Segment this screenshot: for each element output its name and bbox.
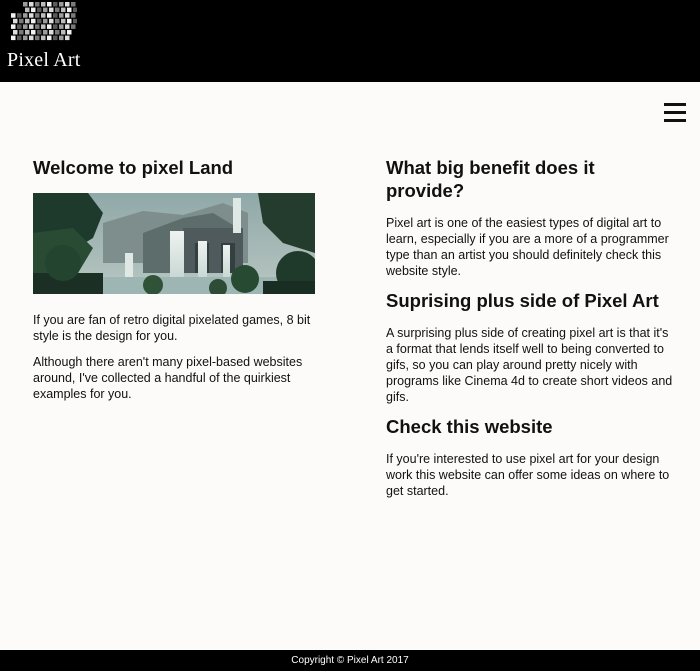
- plus-side-heading: Suprising plus side of Pixel Art: [386, 290, 659, 311]
- copyright-text: Copyright © Pixel Art 2017: [291, 655, 409, 666]
- check-website-heading: Check this website: [386, 416, 553, 437]
- info-column: What big benefit does it provide? Pixel …: [386, 156, 676, 499]
- welcome-heading: Welcome to pixel Land: [33, 157, 234, 178]
- pixel-cube-logo-icon[interactable]: [7, 0, 77, 44]
- examples-paragraph: Although there aren't many pixel-based w…: [33, 355, 303, 401]
- intro-column: Welcome to pixel Land If you are fan of …: [33, 156, 323, 402]
- benefit-heading: What big benefit does it provide?: [386, 157, 595, 201]
- plus-side-paragraph: A surprising plus side of creating pixel…: [386, 326, 673, 404]
- benefit-paragraph: Pixel art is one of the easiest types of…: [386, 216, 669, 278]
- intro-paragraph: If you are fan of retro digital pixelate…: [33, 313, 311, 343]
- pixel-art-waterfall-image: [33, 193, 315, 294]
- check-website-paragraph: If you're interested to use pixel art fo…: [386, 452, 670, 498]
- site-header: Pixel Art: [0, 0, 700, 82]
- site-footer: Copyright © Pixel Art 2017: [0, 650, 700, 671]
- hamburger-menu-icon[interactable]: [664, 103, 686, 122]
- site-title[interactable]: Pixel Art: [7, 49, 80, 72]
